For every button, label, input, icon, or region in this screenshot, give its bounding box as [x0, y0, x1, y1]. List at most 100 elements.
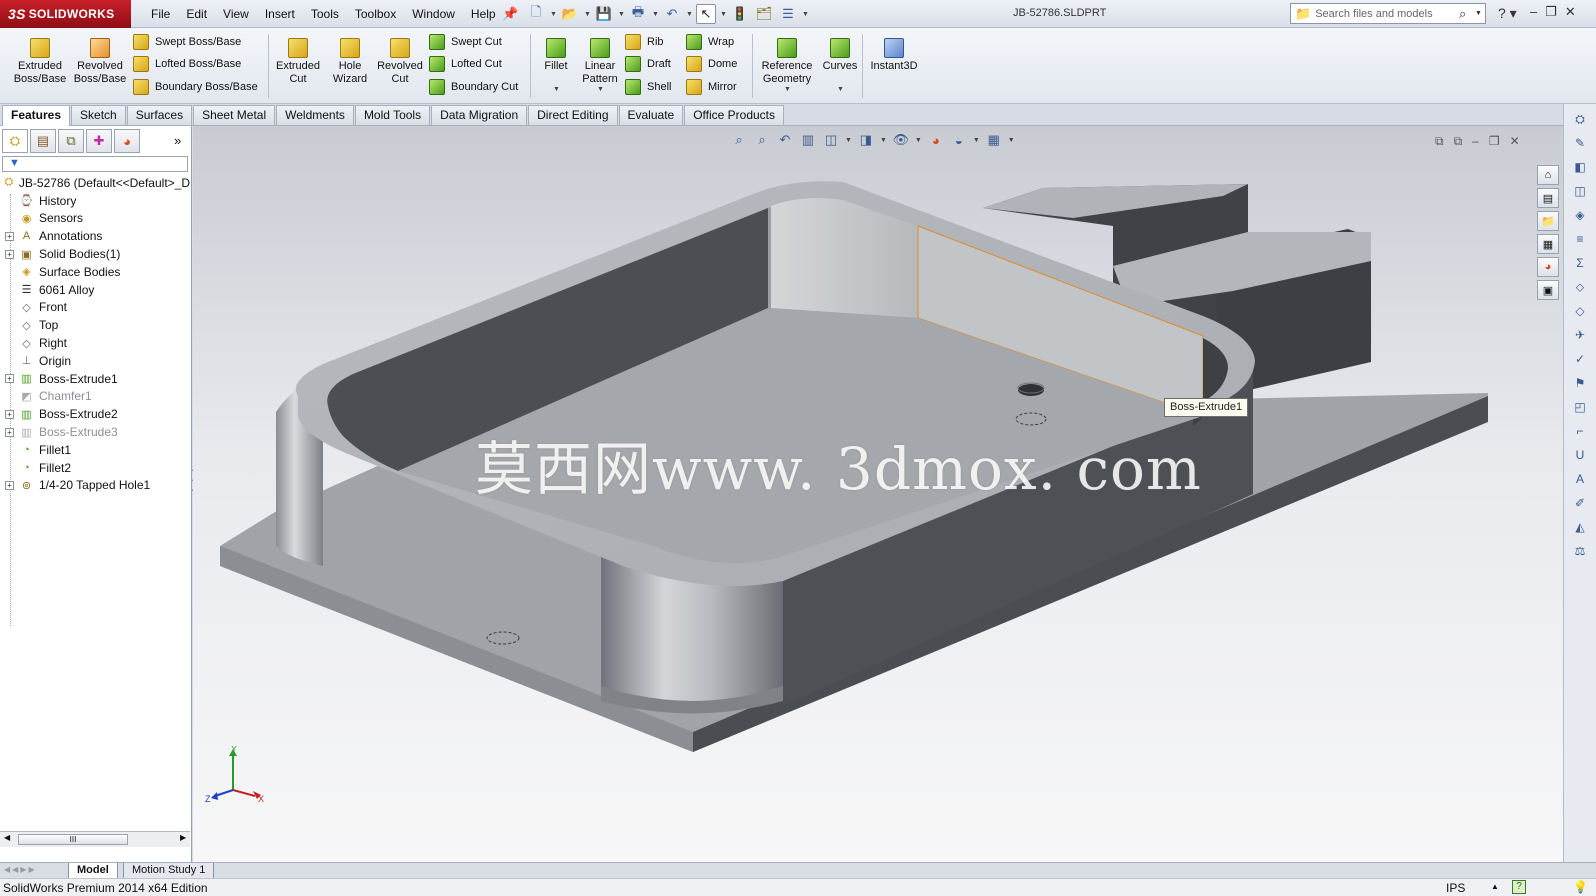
shell-button[interactable]: Shell [625, 77, 671, 97]
layers-icon[interactable]: ≡ [1571, 230, 1589, 248]
tab-weldments[interactable]: Weldments [276, 105, 354, 125]
close-icon[interactable]: ✕ [1565, 4, 1576, 20]
extruded-cut-button[interactable]: Extruded Cut [272, 38, 324, 86]
mold-tool-icon[interactable]: ◈ [1571, 206, 1589, 224]
viewport-close-icon[interactable]: ✕ [1510, 134, 1520, 149]
expand-plus-icon[interactable]: + [5, 480, 14, 490]
reference-geometry-button[interactable]: Reference Geometry [755, 38, 819, 86]
file-explorer-icon[interactable]: 📁 [1537, 211, 1559, 231]
tree-item-1-4-20-tapped-hole1[interactable]: + ⊚ 1/4-20 Tapped Hole1 [0, 477, 190, 495]
check-icon[interactable]: ✓ [1571, 350, 1589, 368]
pencil-icon[interactable]: ✐ [1571, 494, 1589, 512]
surface-tool-icon[interactable]: ◧ [1571, 158, 1589, 176]
search-input[interactable]: Search files and models [1315, 8, 1459, 20]
select-dropdown-icon[interactable]: ▼ [720, 11, 727, 18]
extruded-boss-base-button[interactable]: Extruded Boss/Base [12, 38, 68, 86]
tab-sketch[interactable]: Sketch [71, 105, 126, 125]
tab-model[interactable]: Model [68, 863, 118, 879]
viewport-split-right-icon[interactable]: ⧉ [1454, 134, 1463, 149]
measure-icon[interactable]: ⬦ [1571, 278, 1589, 296]
tab-sheet-metal[interactable]: Sheet Metal [193, 105, 276, 125]
zoom-to-fit-icon[interactable]: ⌕ [730, 131, 748, 149]
tree-item-annotations[interactable]: + A Annotations [0, 227, 190, 245]
tree-item-boss-extrude2[interactable]: + ▥ Boss-Extrude2 [0, 405, 190, 423]
tab-mold-tools[interactable]: Mold Tools [354, 105, 431, 125]
fillet-dropdown-icon[interactable]: ▼ [553, 86, 560, 93]
draft-button[interactable]: Draft [625, 54, 671, 74]
scrollbar-thumb[interactable]: III [18, 834, 128, 845]
new-document-icon[interactable]: 🗋 [526, 4, 546, 24]
print-dropdown-icon[interactable]: ▼ [652, 11, 659, 18]
dimxpert-manager-icon[interactable]: ✚ [86, 129, 112, 153]
hide-show-dropdown-icon[interactable]: ▼ [915, 137, 922, 144]
appearances-icon[interactable]: ◕ [1537, 257, 1559, 277]
rebuild-traffic-light-icon[interactable]: 🚦 [730, 4, 750, 24]
rib-button[interactable]: Rib [625, 32, 664, 52]
open-dropdown-icon[interactable]: ▼ [584, 11, 591, 18]
search-icon[interactable]: ⌕ [1459, 6, 1475, 22]
units-dropdown-icon[interactable]: ▲ [1491, 882, 1499, 891]
options-dropdown-icon[interactable]: ▼ [802, 11, 809, 18]
hide-show-items-icon[interactable]: 👁 [892, 131, 910, 149]
undo-dropdown-icon[interactable]: ▼ [686, 11, 693, 18]
revolved-boss-base-button[interactable]: Revolved Boss/Base [72, 38, 128, 86]
tree-item-right[interactable]: ◇ Right [0, 334, 190, 352]
sheet-tool-icon[interactable]: ◫ [1571, 182, 1589, 200]
tree-filter-icon[interactable]: ▼ [2, 156, 188, 172]
tab-evaluate[interactable]: Evaluate [618, 105, 684, 125]
annotation-view-icon[interactable]: ◰ [1571, 398, 1589, 416]
menu-help[interactable]: Help [463, 7, 504, 21]
linear-pattern-button[interactable]: Linear Pattern [578, 38, 622, 86]
design-library-icon[interactable]: ▤ [1537, 188, 1559, 208]
tree-item-surface-bodies[interactable]: ◈ Surface Bodies [0, 263, 190, 281]
tree-item-front[interactable]: ◇ Front [0, 299, 190, 317]
bracket-icon[interactable]: ⌐ [1571, 422, 1589, 440]
print-icon[interactable]: 🖶 [628, 4, 648, 24]
revolved-cut-button[interactable]: Revolved Cut [375, 38, 425, 86]
expand-plus-icon[interactable]: + [5, 231, 14, 241]
display-manager-icon[interactable]: ◕ [114, 129, 140, 153]
search-dropdown-icon[interactable]: ▼ [1475, 10, 1485, 17]
instant3d-button[interactable]: Instant3D [866, 38, 922, 73]
viewport-split-left-icon[interactable]: ⧉ [1435, 134, 1444, 149]
expand-plus-icon[interactable]: + [5, 374, 14, 384]
tree-item-origin[interactable]: ⊥ Origin [0, 352, 190, 370]
tree-horizontal-scrollbar[interactable]: ◀ III ▶ [0, 831, 190, 847]
minimize-icon[interactable]: – [1530, 4, 1537, 20]
curves-button[interactable]: Curves [820, 38, 860, 73]
new-dropdown-icon[interactable]: ▼ [550, 11, 557, 18]
search-scope-folder-icon[interactable]: 📁 [1295, 6, 1311, 22]
custom-properties-icon[interactable]: ▣ [1537, 280, 1559, 300]
tree-item-6061-alloy[interactable]: ☰ 6061 Alloy [0, 281, 190, 299]
view-settings-dropdown-icon[interactable]: ▼ [1008, 137, 1015, 144]
tree-item-history[interactable]: ⌚ History [0, 192, 190, 210]
tree-item-sensors[interactable]: ◉ Sensors [0, 210, 190, 228]
property-manager-icon[interactable]: ▤ [30, 129, 56, 153]
restore-icon[interactable]: ❐ [1545, 4, 1557, 20]
tree-item-fillet1[interactable]: ◔ Fillet1 [0, 441, 190, 459]
tree-item-boss-extrude1[interactable]: + ▥ Boss-Extrude1 [0, 370, 190, 388]
scroll-right-icon[interactable]: ▶ [180, 833, 186, 842]
units-selector[interactable]: IPS [1446, 881, 1465, 895]
magnet-icon[interactable]: U [1571, 446, 1589, 464]
help-question-icon[interactable]: ? ▾ [1498, 5, 1517, 22]
view-palette-icon[interactable]: ▦ [1537, 234, 1559, 254]
tab-office-products[interactable]: Office Products [684, 105, 785, 125]
apply-scene-icon[interactable]: ◒ [950, 131, 968, 149]
open-folder-icon[interactable]: 📂 [560, 4, 580, 24]
viewport-minimize-icon[interactable]: – [1472, 134, 1479, 149]
file-properties-icon[interactable]: 🗂 [754, 4, 774, 24]
view-orientation-dropdown-icon[interactable]: ▼ [845, 137, 852, 144]
graphics-area[interactable]: ⌕ ⌕ ↶ ▥ ◫ ▼ ◨ ▼ 👁 ▼ ◕ ◒ ▼ ▦ ▼ ⧉ ⧉ – ❐ ✕ Boss-… [193, 126, 1563, 862]
tab-direct-editing[interactable]: Direct Editing [528, 105, 618, 125]
tab-navigation-arrows-icon[interactable]: ◀◀▶▶ [4, 865, 37, 874]
menu-toolbox[interactable]: Toolbox [347, 7, 404, 21]
solidworks-resources-icon[interactable]: ⛭ [1571, 110, 1589, 128]
tab-features[interactable]: Features [2, 105, 71, 126]
viewport-restore-icon[interactable]: ❐ [1489, 134, 1500, 149]
draft-analysis-icon[interactable]: ◇ [1571, 302, 1589, 320]
display-style-dropdown-icon[interactable]: ▼ [880, 137, 887, 144]
menu-insert[interactable]: Insert [257, 7, 303, 21]
boundary-cut-button[interactable]: Boundary Cut [429, 77, 518, 97]
select-arrow-icon[interactable]: ↖ [696, 4, 716, 24]
